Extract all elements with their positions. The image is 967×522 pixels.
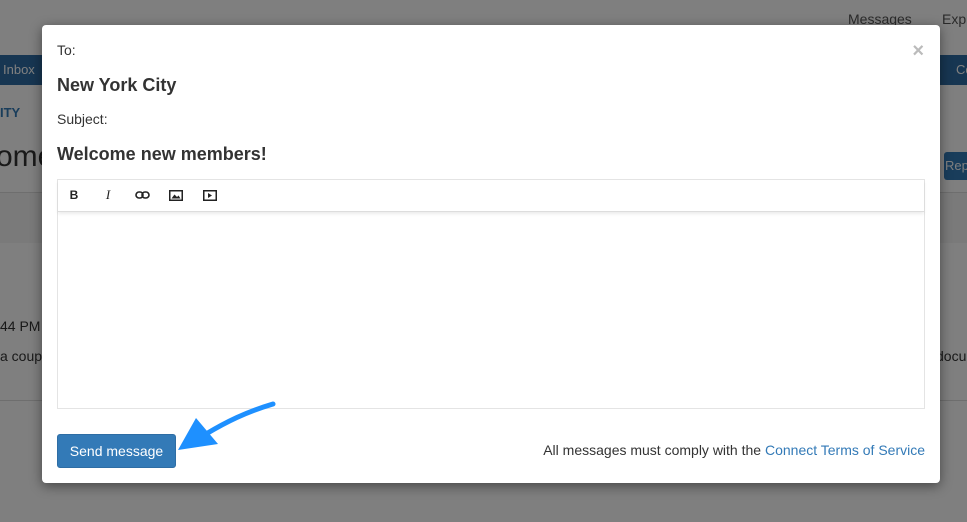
- to-label: To:: [57, 42, 76, 58]
- subject-value: Welcome new members!: [57, 144, 267, 164]
- italic-icon: I: [105, 187, 111, 202]
- to-value: New York City: [57, 75, 177, 95]
- close-icon[interactable]: ×: [912, 41, 924, 61]
- subject-label: Subject:: [57, 111, 108, 127]
- annotation-arrow-icon: [178, 401, 276, 450]
- editor-toolbar: B I: [58, 180, 924, 212]
- message-body-input[interactable]: [58, 212, 924, 408]
- link-button[interactable]: [132, 187, 152, 203]
- bold-icon: B: [69, 188, 79, 202]
- video-icon: [203, 189, 217, 201]
- terms-text: All messages must comply with the: [543, 442, 765, 458]
- link-icon: [134, 191, 150, 199]
- terms-notice: All messages must comply with the Connec…: [543, 442, 925, 458]
- terms-of-service-link[interactable]: Connect Terms of Service: [765, 442, 925, 458]
- italic-button[interactable]: I: [98, 187, 118, 203]
- send-message-button[interactable]: Send message: [57, 434, 176, 468]
- image-button[interactable]: [166, 187, 186, 203]
- image-icon: [169, 189, 183, 201]
- bold-button[interactable]: B: [64, 187, 84, 203]
- message-editor: B I: [57, 179, 925, 409]
- video-button[interactable]: [200, 187, 220, 203]
